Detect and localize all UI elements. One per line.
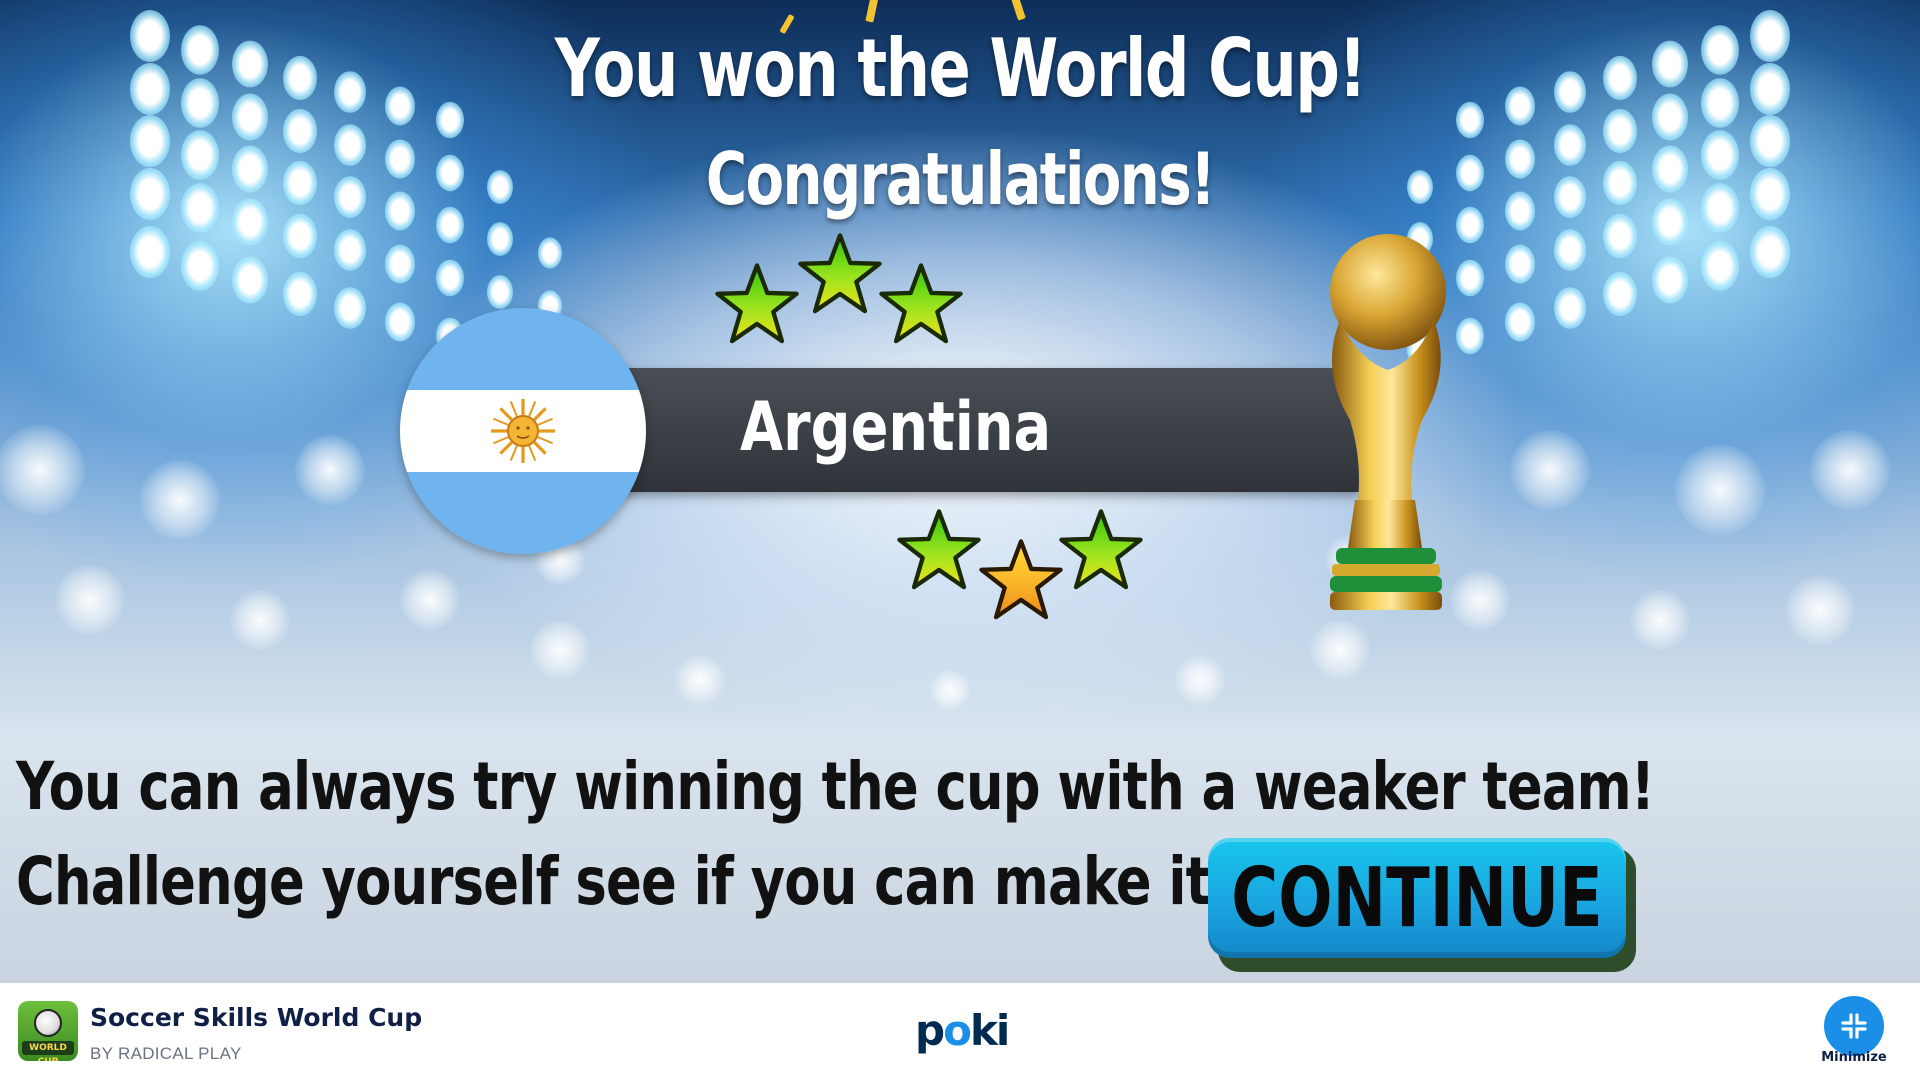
bokeh-light [1510,430,1590,510]
sun-ray [533,441,547,455]
star-icon [714,262,800,348]
sun-ray [493,436,509,445]
star-icon [878,262,964,348]
sun-ray [537,417,553,426]
stadium-light [334,287,366,330]
sun-ray [493,417,509,426]
sun-ray [499,441,513,455]
continue-button-label: CONTINUE [1231,850,1603,946]
bokeh-light [675,655,725,705]
stadium-light [1750,226,1790,279]
sun-ray [528,401,537,417]
stadium-light [1505,244,1535,283]
bokeh-light [400,570,460,630]
bokeh-light [530,620,590,680]
sun-of-may-icon [491,399,555,463]
poki-logo-letter: o [943,1006,972,1055]
sun-ray [533,407,547,421]
stadium-light [1554,287,1586,330]
star-icon [896,508,982,594]
stadium-light [487,222,513,256]
bokeh-light [1810,430,1890,510]
stadium-light [1750,10,1790,62]
poki-logo-letter: k [969,1006,998,1055]
stadium-light [487,274,513,309]
stadium-light [130,115,170,167]
bokeh-light [930,670,970,710]
stadium-light [130,62,170,115]
stadium-light [1652,256,1688,304]
victory-title: You won the World Cup! [554,22,1367,115]
minimize-button[interactable] [1824,996,1884,1056]
stadium-light [130,167,170,220]
bokeh-light [140,460,220,540]
stadium-light [1505,302,1535,342]
argentina-flag-icon [400,308,646,554]
bokeh-light [0,425,85,515]
sun-ray [509,445,518,461]
soccer-ball-icon [34,1009,62,1037]
poki-logo-letter: p [915,1006,945,1055]
confetti-piece [865,0,879,23]
stadium-light [130,226,170,279]
minimize-label: Minimize [1821,1050,1887,1065]
team-name: Argentina [740,388,1052,467]
game-title[interactable]: Soccer Skills World Cup [90,1003,422,1032]
stadium-light [232,256,268,304]
encouragement-line-2: Challenge yourself see if you can make i… [16,843,1234,920]
world-cup-trophy-icon [1330,234,1446,610]
star-icon [978,538,1064,624]
sun-ray [528,445,537,461]
bokeh-light [295,435,365,505]
bokeh-light [1175,655,1225,705]
game-stage: You won the World Cup! Congratulations! … [0,0,1920,983]
bokeh-light [55,565,125,635]
confetti-piece [1010,0,1026,21]
bokeh-light [1630,590,1690,650]
stadium-light [385,244,415,283]
bokeh-light [230,590,290,650]
minimize-icon [1841,1013,1867,1039]
stadium-light [1603,272,1637,317]
stadium-light [130,10,170,62]
icon-badge: WORLD CUP [22,1041,74,1061]
stadium-light [181,241,219,291]
sun-ray [509,401,518,417]
game-author[interactable]: BY RADICAL PLAY [90,1044,242,1064]
poki-logo[interactable]: poki [915,1006,1010,1055]
continue-button[interactable]: CONTINUE [1208,838,1626,958]
congratulations-text: Congratulations! [705,137,1216,221]
sun-ray [499,407,513,421]
soccer-skills-world-cup-icon[interactable]: WORLD CUP [18,1001,78,1061]
bokeh-light [1310,620,1370,680]
sun-ray [537,436,553,445]
stadium-light [1701,241,1739,291]
stadium-light [1750,167,1790,220]
stadium-light [334,228,366,271]
bokeh-light [1675,445,1765,535]
poki-logo-letter: i [995,1006,1010,1055]
star-icon [1058,508,1144,594]
star-icon [797,232,883,318]
stadium-light [538,237,562,269]
stadium-light [1750,62,1790,115]
stadium-light [1554,228,1586,271]
encouragement-line-1: You can always try winning the cup with … [16,748,1655,825]
stadium-light [1750,115,1790,167]
stadium-light [283,272,317,317]
stadium-light [436,259,464,296]
bokeh-light [1785,575,1855,645]
